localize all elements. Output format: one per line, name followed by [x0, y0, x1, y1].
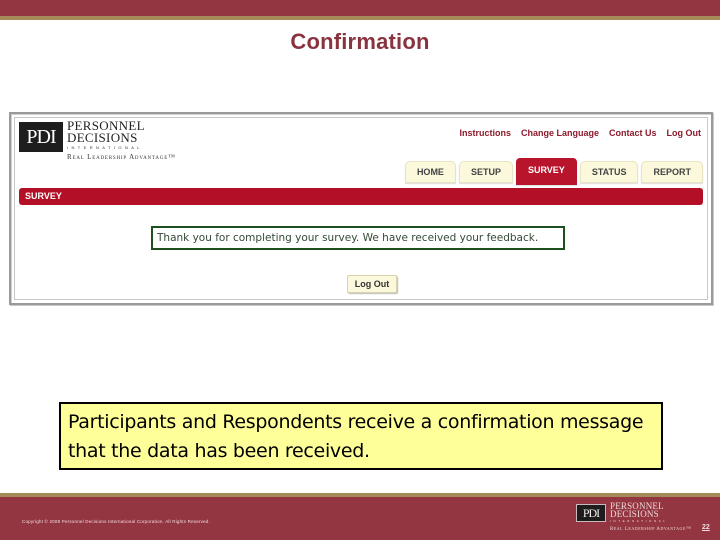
logo-tagline: Real Leadership Advantage™ [67, 153, 176, 161]
app-window: PDI PERSONNEL DECISIONS INTERNATIONAL Re… [14, 117, 708, 300]
tab-survey[interactable]: SURVEY [515, 158, 577, 185]
copyright-text: Copyright © 2009 Personnel Decisions Int… [22, 519, 210, 524]
callout-note: Participants and Respondents receive a c… [59, 402, 663, 470]
tab-report[interactable]: REPORT [641, 161, 703, 183]
header-stripe [0, 16, 720, 20]
footer-pdi-logo: PDI PERSONNEL DECISIONS INTERNATIONAL Re… [576, 502, 696, 536]
logo-mark: PDI [19, 122, 63, 152]
slide-title: Confirmation [290, 29, 430, 54]
link-log-out[interactable]: Log Out [667, 128, 702, 138]
footer-logo-mark: PDI [576, 504, 606, 522]
section-header: SURVEY [19, 188, 703, 205]
log-out-button[interactable]: Log Out [347, 275, 397, 293]
header-bar [0, 0, 720, 16]
page-number: 22 [702, 524, 710, 531]
footer-logo-tagline: Real Leadership Advantage™ [610, 527, 692, 532]
footer-logo-international: INTERNATIONAL [610, 519, 668, 523]
link-instructions[interactable]: Instructions [459, 128, 511, 138]
tab-status[interactable]: STATUS [579, 161, 639, 183]
pdi-logo: PDI PERSONNEL DECISIONS INTERNATIONAL Re… [19, 119, 219, 170]
section-title: SURVEY [25, 191, 62, 201]
tab-home[interactable]: HOME [404, 161, 456, 183]
link-change-language[interactable]: Change Language [521, 128, 599, 138]
logo-name-line2: DECISIONS [67, 130, 138, 145]
top-links: Instructions Change Language Contact Us … [459, 128, 701, 138]
footer-logo-name-line2: DECISIONS [610, 509, 659, 519]
tab-setup[interactable]: SETUP [458, 161, 513, 183]
logo-international: INTERNATIONAL [67, 145, 143, 150]
slide: Confirmation PDI PERSONNEL DECISIONS INT… [0, 0, 720, 540]
app-screenshot: PDI PERSONNEL DECISIONS INTERNATIONAL Re… [9, 112, 713, 305]
link-contact-us[interactable]: Contact Us [609, 128, 657, 138]
confirmation-message: Thank you for completing your survey. We… [151, 226, 565, 250]
main-tabs: HOME SETUP SURVEY STATUS REPORT [404, 158, 703, 185]
